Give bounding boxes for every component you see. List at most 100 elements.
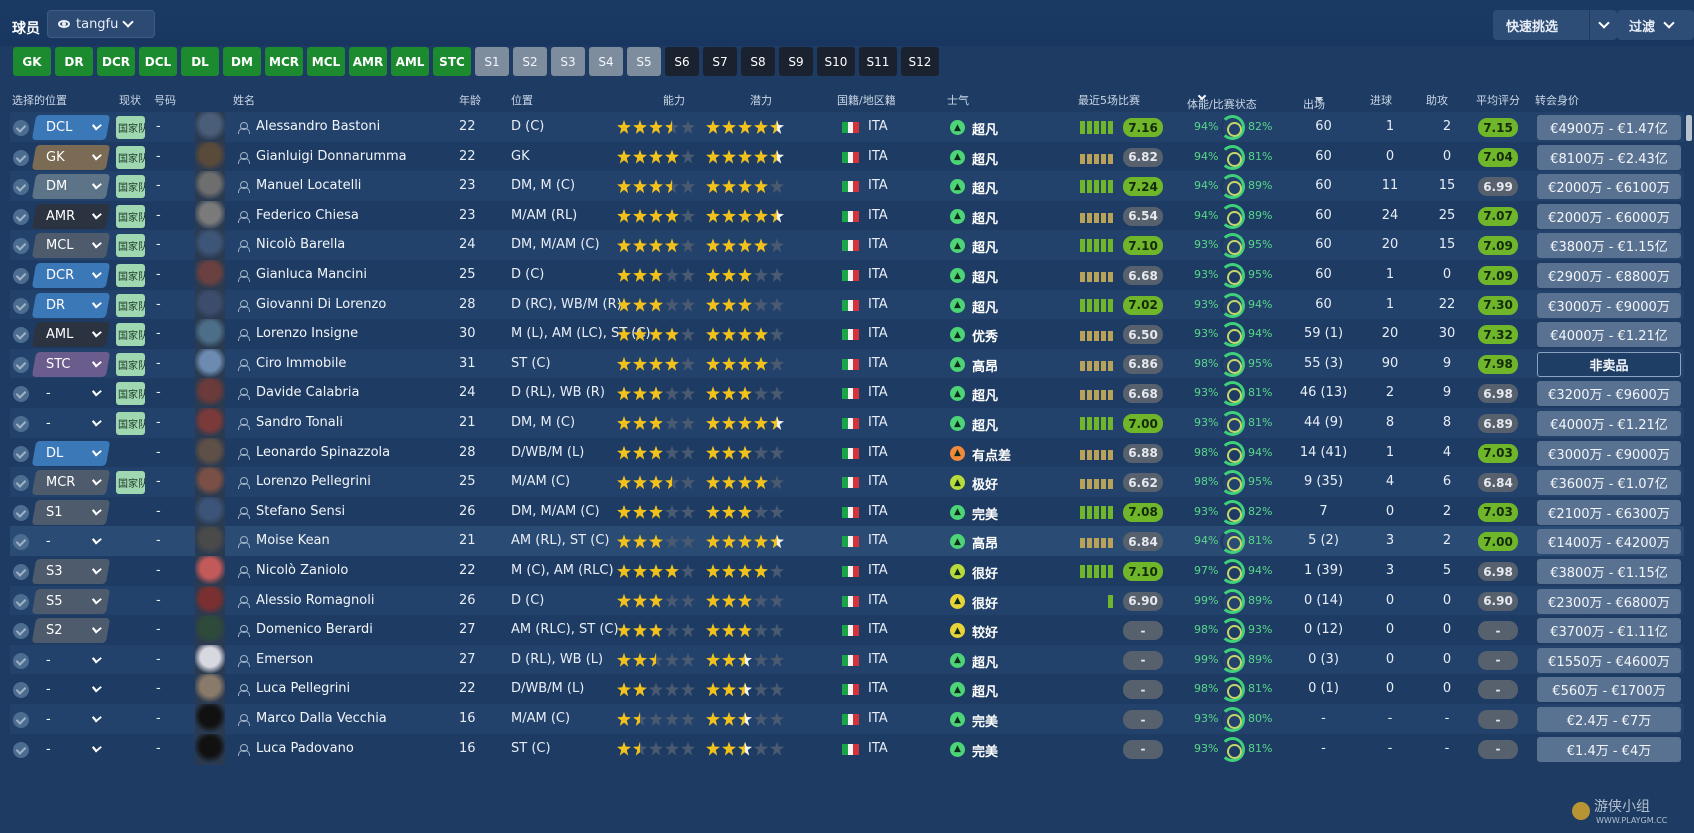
col-selected-position[interactable]: 选择的位置	[12, 92, 67, 108]
col-number[interactable]: 号码	[154, 92, 176, 108]
position-button-stc[interactable]: STC	[433, 47, 471, 76]
transfer-value[interactable]: €8100万 - €2.43亿	[1537, 144, 1681, 170]
player-name[interactable]: Alessio Romagnoli	[256, 593, 374, 608]
table-row[interactable]: - 国家队 - Davide Calabria 24 D (RL), WB (R) ITA ▲…	[10, 378, 1684, 410]
table-row[interactable]: MCR 国家队 - Lorenzo Pellegrini 25 M/AM (C) ITA ▲ 极…	[10, 467, 1684, 499]
player-name[interactable]: Luca Padovano	[256, 741, 354, 756]
select-checkbox[interactable]	[13, 356, 29, 373]
position-button-s4[interactable]: S4	[589, 47, 623, 76]
position-button-s9[interactable]: S9	[779, 47, 813, 76]
col-potential[interactable]: 潜力	[750, 92, 772, 108]
table-row[interactable]: - - Moise Kean 21 AM (RL), ST (C) ITA ▲ 高昂 6.84 9…	[10, 526, 1684, 558]
position-select[interactable]: S1	[31, 499, 111, 525]
col-nationality[interactable]: 国籍/地区籍	[837, 92, 896, 108]
position-select[interactable]: -	[32, 648, 110, 673]
select-checkbox[interactable]	[13, 238, 29, 255]
transfer-value[interactable]: €2000万 - €6100万	[1537, 174, 1681, 200]
transfer-value[interactable]: €4000万 - €1.21亿	[1537, 411, 1681, 436]
position-select[interactable]: -	[32, 677, 110, 702]
transfer-value[interactable]: €2100万 - €6300万	[1537, 499, 1681, 525]
transfer-value[interactable]: €3700万 - €1.11亿	[1537, 618, 1681, 644]
position-select[interactable]: DR	[31, 292, 111, 318]
table-row[interactable]: - - Emerson 27 D (RL), WB (L) ITA ▲ 超凡 - 99% 89% 0 …	[10, 644, 1684, 676]
player-name[interactable]: Marco Dalla Vecchia	[256, 711, 387, 726]
player-name[interactable]: Alessandro Bastoni	[256, 119, 380, 134]
position-select[interactable]: DCL	[31, 115, 111, 140]
position-select[interactable]: -	[32, 411, 110, 436]
transfer-value[interactable]: €1400万 - €4200万	[1537, 529, 1681, 555]
position-button-s1[interactable]: S1	[475, 47, 509, 76]
position-select[interactable]: DM	[31, 174, 111, 200]
quick-pick-dropdown[interactable]	[1590, 17, 1617, 29]
col-goals[interactable]: 进球	[1370, 92, 1392, 108]
select-checkbox[interactable]	[13, 593, 29, 610]
select-checkbox[interactable]	[13, 652, 29, 669]
player-name[interactable]: Lorenzo Pellegrini	[256, 474, 371, 489]
player-name[interactable]: Stefano Sensi	[256, 504, 345, 519]
col-last5[interactable]: 最近5场比赛	[1078, 92, 1140, 108]
position-select[interactable]: MCL	[31, 233, 111, 259]
position-button-mcr[interactable]: MCR	[265, 47, 303, 76]
position-button-dr[interactable]: DR	[55, 47, 93, 76]
position-button-dcl[interactable]: DCL	[139, 47, 177, 76]
table-row[interactable]: DCL 国家队 - Alessandro Bastoni 22 D (C) ITA ▲ 超凡 7.…	[10, 112, 1684, 143]
position-button-s2[interactable]: S2	[513, 47, 547, 76]
position-select[interactable]: S2	[31, 618, 111, 644]
select-checkbox[interactable]	[13, 623, 29, 640]
position-button-s12[interactable]: S12	[901, 47, 939, 76]
position-select[interactable]: -	[32, 529, 110, 554]
transfer-value[interactable]: €2300万 - €6800万	[1537, 588, 1681, 614]
position-select[interactable]: -	[32, 707, 110, 732]
position-button-gk[interactable]: GK	[13, 47, 51, 76]
player-name[interactable]: Nicolò Barella	[256, 237, 345, 252]
table-row[interactable]: AML 国家队 - Lorenzo Insigne 30 M (L), AM (LC), …	[10, 319, 1684, 351]
player-name[interactable]: Emerson	[256, 652, 313, 667]
position-button-aml[interactable]: AML	[391, 47, 429, 76]
transfer-value[interactable]: €560万 - €1700万	[1537, 677, 1681, 703]
player-name[interactable]: Lorenzo Insigne	[256, 326, 358, 341]
position-button-s6[interactable]: S6	[665, 47, 699, 76]
col-position[interactable]: 位置	[511, 92, 533, 108]
position-select[interactable]: S3	[31, 559, 111, 584]
filter-button[interactable]: 过滤	[1617, 10, 1694, 40]
select-checkbox[interactable]	[13, 268, 29, 284]
select-checkbox[interactable]	[13, 564, 29, 580]
select-checkbox[interactable]	[13, 445, 29, 462]
transfer-value[interactable]: €1.4万 - €4万	[1537, 736, 1681, 762]
select-checkbox[interactable]	[13, 149, 29, 166]
position-select[interactable]: AML	[31, 322, 111, 348]
select-checkbox[interactable]	[13, 297, 29, 314]
player-name[interactable]: Federico Chiesa	[256, 208, 359, 223]
player-name[interactable]: Giovanni Di Lorenzo	[256, 297, 386, 312]
table-row[interactable]: DM 国家队 - Manuel Locatelli 23 DM, M (C) ITA ▲ 超凡 7…	[10, 171, 1684, 203]
col-morale[interactable]: 士气	[947, 92, 969, 108]
select-checkbox[interactable]	[13, 741, 29, 758]
transfer-value[interactable]: €3600万 - €1.07亿	[1537, 470, 1681, 496]
player-name[interactable]: Moise Kean	[256, 533, 330, 548]
transfer-value[interactable]: €3000万 - €9000万	[1537, 440, 1681, 466]
select-checkbox[interactable]	[13, 386, 29, 403]
position-button-dl[interactable]: DL	[181, 47, 219, 76]
position-select[interactable]: AMR	[31, 203, 111, 229]
player-name[interactable]: Gianluca Mancini	[256, 267, 367, 282]
position-select[interactable]: STC	[31, 351, 111, 377]
table-row[interactable]: S3 - Nicolò Zaniolo 22 M (C), AM (RLC) ITA ▲ 很好…	[10, 556, 1684, 587]
table-row[interactable]: S2 - Domenico Berardi 27 AM (RLC), ST (C) ITA…	[10, 615, 1684, 647]
transfer-value[interactable]: €2900万 - €8800万	[1537, 263, 1681, 288]
table-row[interactable]: DCR 国家队 - Gianluca Mancini 25 D (C) ITA ▲ 超凡 6.68…	[10, 260, 1684, 291]
select-checkbox[interactable]	[13, 504, 29, 521]
table-row[interactable]: - - Luca Pellegrini 22 D/WB/M (L) ITA ▲ 超凡 - 98% 8…	[10, 674, 1684, 706]
table-row[interactable]: - 国家队 - Sandro Tonali 21 DM, M (C) ITA ▲ 超凡 7.00 9…	[10, 408, 1684, 439]
select-checkbox[interactable]	[13, 712, 29, 728]
position-select[interactable]: -	[32, 381, 110, 406]
select-checkbox[interactable]	[13, 208, 29, 225]
position-button-s3[interactable]: S3	[551, 47, 585, 76]
position-select[interactable]: -	[32, 737, 110, 762]
position-button-s8[interactable]: S8	[741, 47, 775, 76]
position-button-dcr[interactable]: DCR	[97, 47, 135, 76]
col-age[interactable]: 年龄	[459, 92, 481, 108]
select-checkbox[interactable]	[13, 475, 29, 492]
select-checkbox[interactable]	[13, 120, 29, 136]
table-row[interactable]: - - Marco Dalla Vecchia 16 M/AM (C) ITA ▲ 完美 - 93…	[10, 704, 1684, 735]
select-checkbox[interactable]	[13, 682, 29, 699]
